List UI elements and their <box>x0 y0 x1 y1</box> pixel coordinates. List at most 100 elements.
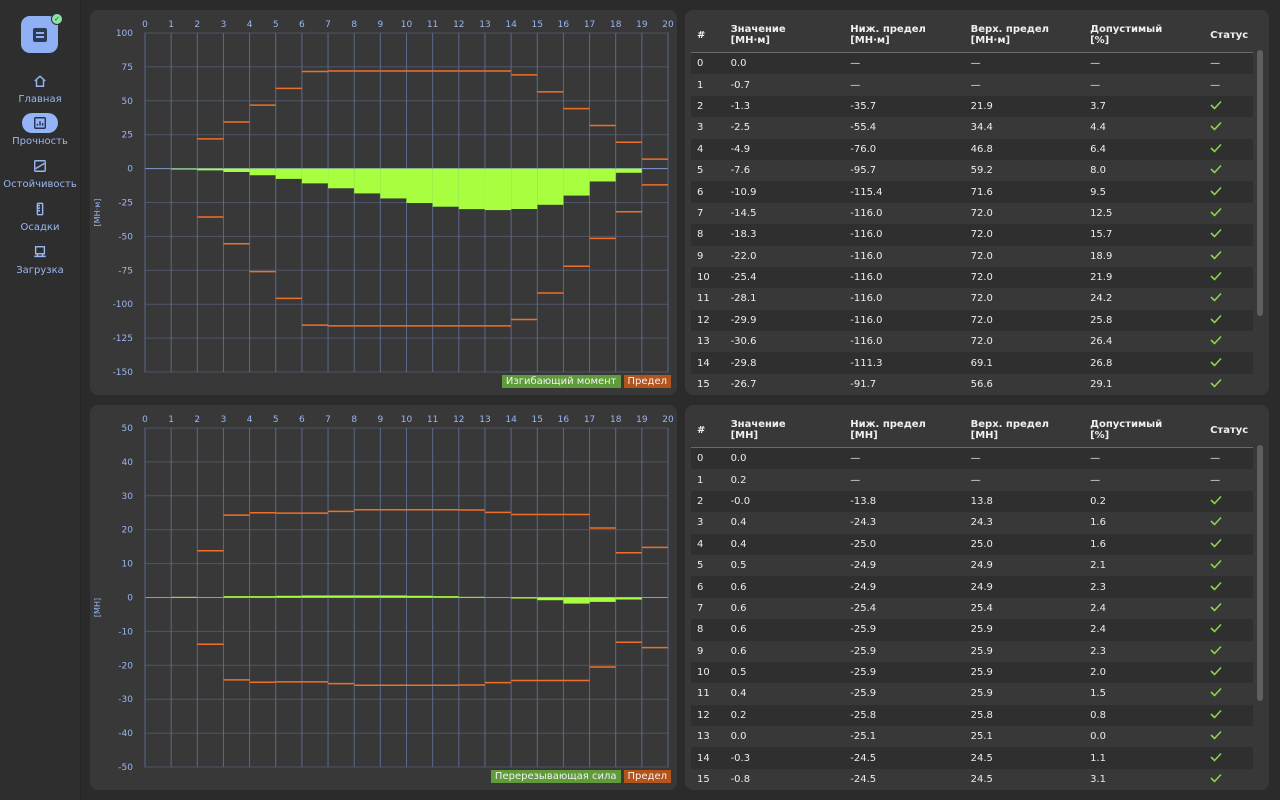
value-cell: -4.9 <box>730 138 851 160</box>
status-cell <box>1210 683 1253 705</box>
column-header[interactable]: # <box>691 18 731 53</box>
x-tick-label: 3 <box>221 415 227 425</box>
column-header[interactable]: Статус <box>1210 413 1253 448</box>
column-header[interactable]: Допустимый [%] <box>1090 413 1211 448</box>
table-scrollbar[interactable] <box>1257 445 1263 701</box>
table-row[interactable]: 14 -0.3 -24.5 24.5 1.1 <box>691 747 1253 769</box>
draft-ruler-icon <box>22 199 58 219</box>
table-row[interactable]: 9 0.6 -25.9 25.9 2.3 <box>691 640 1253 662</box>
x-tick-label: 1 <box>168 415 174 425</box>
table-scrollbar[interactable] <box>1257 50 1263 316</box>
table-row[interactable]: 7 -14.5 -116.0 72.0 12.5 <box>691 202 1253 225</box>
table-row[interactable]: 8 0.6 -25.9 25.9 2.4 <box>691 619 1253 641</box>
column-header[interactable]: Ниж. предел [МН·м] <box>850 18 971 53</box>
table-row[interactable]: 4 -4.9 -76.0 46.8 6.4 <box>691 138 1253 160</box>
column-header[interactable]: Статус <box>1210 18 1253 53</box>
status-cell <box>1210 309 1253 332</box>
table-row[interactable]: 4 0.4 -25.0 25.0 1.6 <box>691 533 1253 555</box>
table-row[interactable]: 15 -0.8 -24.5 24.5 3.1 <box>691 768 1253 790</box>
value-cell: 26.8 <box>1090 352 1211 374</box>
table-row[interactable]: 5 0.5 -24.9 24.9 2.1 <box>691 554 1253 577</box>
value-cell: 9.5 <box>1090 181 1211 203</box>
status-cell <box>1210 331 1253 353</box>
table-row[interactable]: 1 -0.7— — — — <box>691 74 1253 96</box>
check-icon <box>1210 752 1222 762</box>
check-icon <box>1210 624 1222 633</box>
y-tick-label: -30 <box>118 695 133 705</box>
table-row[interactable]: 0 0.0— — — — <box>691 447 1253 470</box>
value-cell: -25.0 <box>850 533 971 555</box>
table-row[interactable]: 8 -18.3 -116.0 72.0 15.7 <box>691 224 1253 246</box>
table-row[interactable]: 11 -28.1 -116.0 72.0 24.2 <box>691 288 1253 310</box>
value-cell: 3.1 <box>1090 768 1211 790</box>
table-row[interactable]: 1 0.2— — — — <box>691 469 1253 491</box>
row-index-cell: 10 <box>691 266 731 289</box>
value-cell: -28.1 <box>730 288 851 310</box>
value-cell: 24.9 <box>970 554 1091 577</box>
status-cell <box>1210 661 1253 684</box>
legend-item-shear-force: Перерезывающая сила <box>490 770 621 783</box>
value-bar <box>511 168 538 210</box>
value-cell: -0.7 <box>730 74 851 96</box>
value-cell: -0.3 <box>730 747 851 769</box>
table-row[interactable]: 2 -0.0 -13.8 13.8 0.2 <box>691 490 1253 513</box>
table-row[interactable]: 13 0.0 -25.1 25.1 0.0 <box>691 726 1253 748</box>
column-header[interactable]: Верх. предел [МН·м] <box>970 18 1091 53</box>
sidebar-item-strength[interactable]: Прочность <box>0 113 80 147</box>
sidebar-item-stability[interactable]: Остойчивость <box>0 156 80 190</box>
table-row[interactable]: 7 0.6 -25.4 25.4 2.4 <box>691 597 1253 620</box>
table-row[interactable]: 5 -7.6 -95.7 59.2 8.0 <box>691 159 1253 182</box>
value-cell: — <box>1210 469 1253 491</box>
sidebar-item-drafts[interactable]: Осадки <box>0 199 80 233</box>
table-row[interactable]: 12 0.2 -25.8 25.8 0.8 <box>691 704 1253 727</box>
value-bar <box>537 168 564 205</box>
table-row[interactable]: 10 -25.4 -116.0 72.0 21.9 <box>691 266 1253 289</box>
table-row[interactable]: 6 -10.9 -115.4 71.6 9.5 <box>691 181 1253 203</box>
stability-icon <box>22 156 58 176</box>
column-header[interactable]: Ниж. предел [МН] <box>850 413 971 448</box>
check-icon <box>1210 774 1222 783</box>
bending-moment-chart: 1007550250-25-50-75-100-125-1500 1 2 3 4 5 6 7 8… <box>93 20 674 378</box>
column-header[interactable]: Верх. предел [МН] <box>970 413 1091 448</box>
table-row[interactable]: 11 0.4 -25.9 25.9 1.5 <box>691 683 1253 705</box>
value-bar <box>171 168 198 170</box>
value-cell: 0.4 <box>730 533 851 555</box>
sidebar-item-loading[interactable]: Загрузка <box>0 242 80 276</box>
value-cell: 18.9 <box>1090 245 1211 267</box>
check-icon <box>1210 645 1222 655</box>
value-cell: 0.0 <box>730 52 851 75</box>
status-cell <box>1210 181 1253 203</box>
status-cell <box>1210 266 1253 289</box>
x-tick-label: 15 <box>532 415 543 425</box>
table-row[interactable]: 12 -29.9 -116.0 72.0 25.8 <box>691 309 1253 332</box>
table-row[interactable]: 0 0.0— — — — <box>691 52 1253 75</box>
table-row[interactable]: 3 -2.5 -55.4 34.4 4.4 <box>691 117 1253 139</box>
table-row[interactable]: 13 -30.6 -116.0 72.0 26.4 <box>691 331 1253 353</box>
table-row[interactable]: 10 0.5 -25.9 25.9 2.0 <box>691 661 1253 684</box>
value-cell: 24.5 <box>970 747 1091 769</box>
column-header[interactable]: Значение [МН·м] <box>730 18 851 53</box>
sidebar-item-home[interactable]: Главная <box>0 71 80 105</box>
table-row[interactable]: 3 0.4 -24.3 24.3 1.6 <box>691 512 1253 534</box>
row-index-cell: 13 <box>691 331 731 353</box>
bending-moment-table-panel: # Значение [МН·м] Ниж. предел [МН·м] Верх. пр… <box>685 10 1269 395</box>
value-bar <box>171 596 198 598</box>
status-cell <box>1210 138 1253 160</box>
value-bar <box>275 168 302 179</box>
table-row[interactable]: 9 -22.0 -116.0 72.0 18.9 <box>691 245 1253 267</box>
table-row[interactable]: 2 -1.3 -35.7 21.9 3.7 <box>691 95 1253 118</box>
value-cell: -24.9 <box>850 576 971 598</box>
column-header[interactable]: # <box>691 413 731 448</box>
column-header[interactable]: Допустимый [%] <box>1090 18 1211 53</box>
table-row[interactable]: 14 -29.8 -111.3 69.1 26.8 <box>691 352 1253 374</box>
table-row[interactable]: 15 -26.7 -91.7 56.6 29.1 <box>691 373 1253 395</box>
table-row[interactable]: 6 0.6 -24.9 24.9 2.3 <box>691 576 1253 598</box>
value-cell: 25.9 <box>970 661 1091 684</box>
check-icon <box>1210 186 1222 196</box>
status-ok-badge-icon: ✓ <box>51 13 63 25</box>
x-tick-label: 0 <box>142 415 148 425</box>
column-header[interactable]: Значение [МН] <box>730 413 851 448</box>
table-header-row: # Значение [МН] Ниж. предел [МН] Верх. предел… <box>691 413 1253 448</box>
value-cell: 0.6 <box>730 640 851 662</box>
row-index-cell: 12 <box>691 704 731 727</box>
